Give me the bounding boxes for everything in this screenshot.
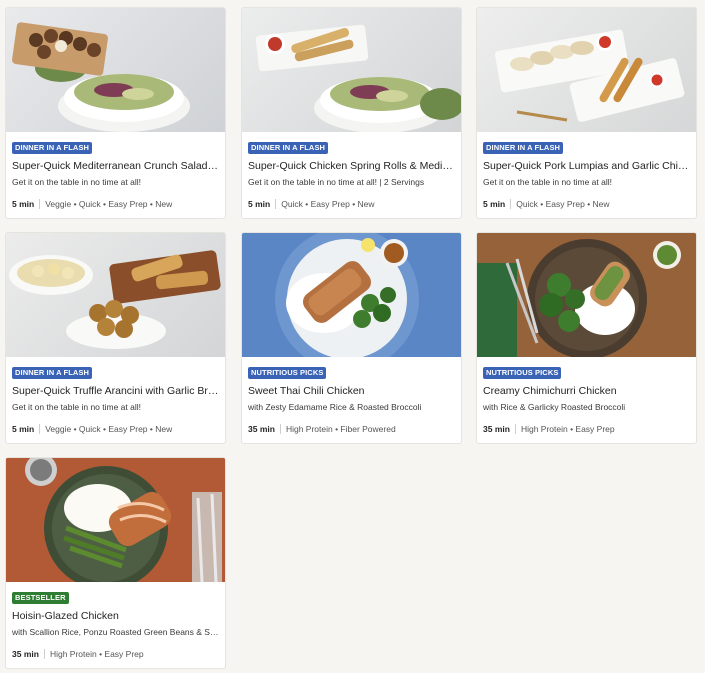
recipe-title[interactable]: Hoisin-Glazed Chicken <box>12 610 219 623</box>
recipe-tags: High Protein • Easy Prep <box>49 649 144 659</box>
cook-time: 35 min <box>248 424 275 434</box>
meta-divider <box>43 649 45 659</box>
recipe-subtitle: with Zesty Edamame Rice & Roasted Brocco… <box>248 402 422 412</box>
recipe-card[interactable]: NUTRITIOUS PICKS Sweet Thai Chili Chicke… <box>241 232 462 444</box>
recipe-card[interactable]: DINNER IN A FLASH Super-Quick Pork Lumpi… <box>476 7 697 219</box>
recipe-card[interactable]: BESTSELLER Hoisin-Glazed Chicken with Sc… <box>5 457 226 669</box>
recipe-badge: NUTRITIOUS PICKS <box>248 367 327 379</box>
cook-time: 5 min <box>12 199 35 209</box>
recipe-meta: 5 min Veggie • Quick • Easy Prep • New <box>12 424 172 434</box>
recipe-card-body: NUTRITIOUS PICKS Sweet Thai Chili Chicke… <box>242 357 461 443</box>
meta-divider <box>275 199 277 209</box>
cook-time: 5 min <box>248 199 271 209</box>
recipe-subtitle: with Rice & Garlicky Roasted Broccoli <box>483 402 626 412</box>
recipe-meta: 35 min High Protein • Fiber Powered <box>248 424 396 434</box>
recipe-meta: 35 min High Protein • Easy Prep <box>483 424 615 434</box>
recipe-meta: 5 min Veggie • Quick • Easy Prep • New <box>12 199 172 209</box>
recipe-card[interactable]: DINNER IN A FLASH Super-Quick Chicken Sp… <box>241 7 462 219</box>
recipe-image[interactable] <box>477 8 696 132</box>
meta-divider <box>39 199 41 209</box>
recipe-badge: BESTSELLER <box>12 592 69 604</box>
recipe-card-body: DINNER IN A FLASH Super-Quick Chicken Sp… <box>242 132 461 218</box>
cook-time: 35 min <box>12 649 39 659</box>
recipe-card[interactable]: NUTRITIOUS PICKS Creamy Chimichurri Chic… <box>476 232 697 444</box>
recipe-image[interactable] <box>242 8 461 132</box>
recipe-meta: 5 min Quick • Easy Prep • New <box>248 199 375 209</box>
recipe-image[interactable] <box>6 458 225 582</box>
recipe-tags: High Protein • Easy Prep <box>520 424 615 434</box>
recipe-subtitle: Get it on the table in no time at all! <box>483 177 612 187</box>
recipe-image[interactable] <box>6 233 225 357</box>
recipe-badge: NUTRITIOUS PICKS <box>483 367 562 379</box>
recipe-title[interactable]: Super-Quick Chicken Spring Rolls & Medit… <box>248 160 455 173</box>
recipe-subtitle: Get it on the table in no time at all! <box>12 402 141 412</box>
meta-divider <box>39 424 41 434</box>
recipe-image[interactable] <box>242 233 461 357</box>
recipe-card-body: BESTSELLER Hoisin-Glazed Chicken with Sc… <box>6 582 225 668</box>
recipe-image[interactable] <box>477 233 696 357</box>
recipe-badge: DINNER IN A FLASH <box>483 142 564 154</box>
meta-divider <box>279 424 281 434</box>
recipe-meta: 5 min Quick • Easy Prep • New <box>483 199 610 209</box>
recipe-badge: DINNER IN A FLASH <box>248 142 329 154</box>
recipe-tags: Quick • Easy Prep • New <box>281 199 375 209</box>
recipe-tags: Veggie • Quick • Easy Prep • New <box>45 199 173 209</box>
recipe-card-body: DINNER IN A FLASH Super-Quick Truffle Ar… <box>6 357 225 443</box>
recipe-title[interactable]: Super-Quick Pork Lumpias and Garlic Chic… <box>483 160 690 173</box>
meta-divider <box>514 424 516 434</box>
cook-time: 35 min <box>483 424 510 434</box>
recipe-badge: DINNER IN A FLASH <box>12 367 93 379</box>
recipe-meta: 35 min High Protein • Easy Prep <box>12 649 144 659</box>
recipe-card[interactable]: DINNER IN A FLASH Super-Quick Mediterran… <box>5 7 226 219</box>
recipe-title[interactable]: Super-Quick Mediterranean Crunch Salad w… <box>12 160 219 173</box>
recipe-subtitle: Get it on the table in no time at all! |… <box>248 177 425 187</box>
recipe-image[interactable] <box>6 8 225 132</box>
recipe-card-body: DINNER IN A FLASH Super-Quick Pork Lumpi… <box>477 132 696 218</box>
recipe-badge: DINNER IN A FLASH <box>12 142 93 154</box>
cook-time: 5 min <box>483 199 506 209</box>
recipe-tags: Quick • Easy Prep • New <box>516 199 610 209</box>
recipe-tags: Veggie • Quick • Easy Prep • New <box>45 424 173 434</box>
recipe-title[interactable]: Sweet Thai Chili Chicken <box>248 385 455 398</box>
recipe-subtitle: with Scallion Rice, Ponzu Roasted Green … <box>12 627 219 637</box>
recipe-card-body: DINNER IN A FLASH Super-Quick Mediterran… <box>6 132 225 218</box>
cook-time: 5 min <box>12 424 35 434</box>
recipe-tags: High Protein • Fiber Powered <box>285 424 396 434</box>
recipe-subtitle: Get it on the table in no time at all! <box>12 177 141 187</box>
recipe-card-body: NUTRITIOUS PICKS Creamy Chimichurri Chic… <box>477 357 696 443</box>
recipe-title[interactable]: Super-Quick Truffle Arancini with Garlic… <box>12 385 219 398</box>
meta-divider <box>510 199 512 209</box>
recipe-card[interactable]: DINNER IN A FLASH Super-Quick Truffle Ar… <box>5 232 226 444</box>
recipe-title[interactable]: Creamy Chimichurri Chicken <box>483 385 690 398</box>
